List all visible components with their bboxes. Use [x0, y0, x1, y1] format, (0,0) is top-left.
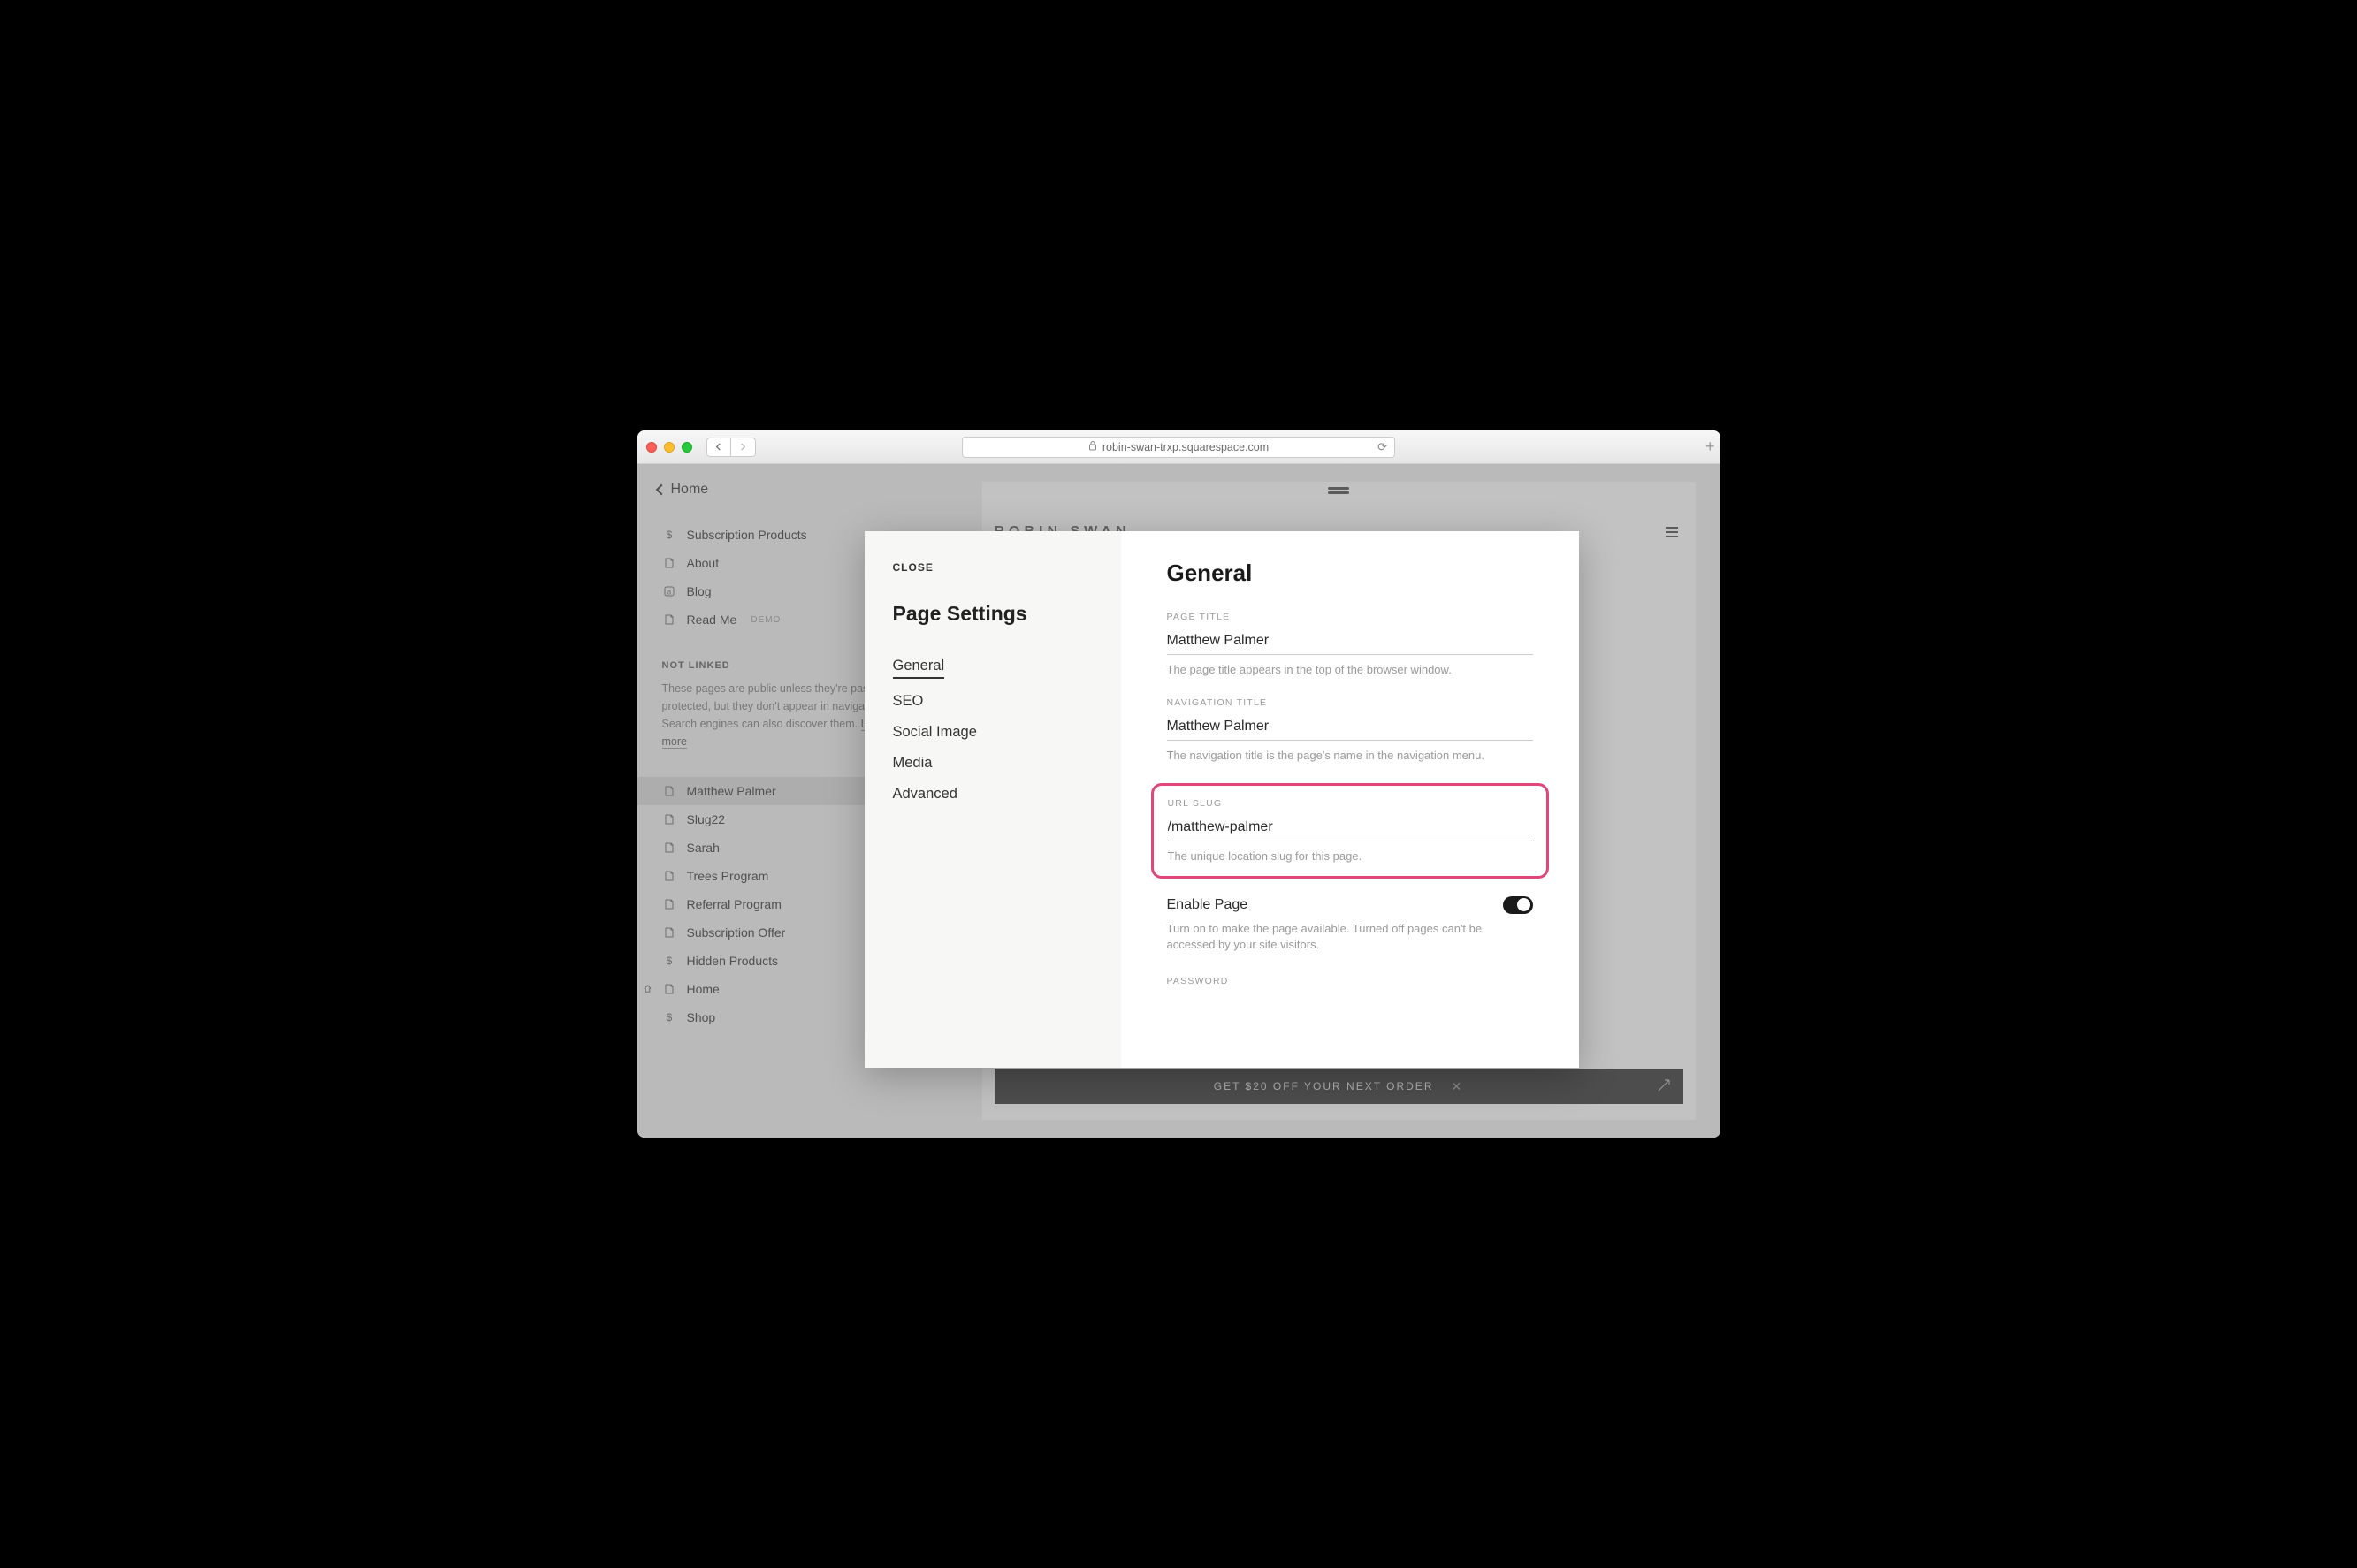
close-button[interactable]: CLOSE [893, 561, 1093, 574]
browser-window: robin-swan-trxp.squarespace.com ⟳ + Home… [637, 430, 1720, 1138]
page-title-help: The page title appears in the top of the… [1167, 662, 1533, 678]
enable-page-label: Enable Page [1167, 897, 1248, 913]
nav-title-label: NAVIGATION TITLE [1167, 697, 1533, 708]
maximize-window-button[interactable] [682, 442, 692, 453]
modal-title: Page Settings [893, 602, 1093, 626]
url-slug-help: The unique location slug for this page. [1168, 849, 1532, 864]
enable-page-toggle[interactable] [1503, 896, 1533, 914]
lock-icon [1088, 440, 1097, 453]
tab-advanced[interactable]: Advanced [893, 786, 1093, 803]
section-heading: General [1167, 559, 1533, 587]
url-text: robin-swan-trxp.squarespace.com [1102, 441, 1269, 453]
password-label: PASSWORD [1167, 976, 1533, 986]
tab-social-image[interactable]: Social Image [893, 724, 1093, 741]
nav-forward-button[interactable] [731, 438, 756, 457]
url-slug-highlight: URL SLUG The unique location slug for th… [1151, 783, 1549, 878]
tab-media[interactable]: Media [893, 755, 1093, 772]
new-tab-button[interactable]: + [1705, 438, 1715, 456]
page-title-label: PAGE TITLE [1167, 612, 1533, 622]
nav-back-button[interactable] [706, 438, 731, 457]
tab-general[interactable]: General [893, 658, 945, 679]
nav-title-help: The navigation title is the page's name … [1167, 748, 1533, 764]
url-slug-label: URL SLUG [1168, 798, 1532, 809]
enable-page-help: Turn on to make the page available. Turn… [1167, 921, 1533, 953]
tab-seo[interactable]: SEO [893, 693, 1093, 710]
modal-sidebar: CLOSE Page Settings General SEO Social Ima… [865, 531, 1121, 1068]
titlebar: robin-swan-trxp.squarespace.com ⟳ + [637, 430, 1720, 464]
url-slug-input[interactable] [1168, 816, 1532, 841]
reload-icon[interactable]: ⟳ [1377, 440, 1387, 454]
url-bar[interactable]: robin-swan-trxp.squarespace.com ⟳ [962, 437, 1395, 458]
nav-title-input[interactable] [1167, 715, 1533, 741]
modal-content: General PAGE TITLE The page title appear… [1121, 531, 1579, 1068]
close-window-button[interactable] [646, 442, 657, 453]
minimize-window-button[interactable] [664, 442, 675, 453]
page-settings-modal: CLOSE Page Settings General SEO Social Ima… [865, 531, 1579, 1068]
page-title-input[interactable] [1167, 629, 1533, 655]
